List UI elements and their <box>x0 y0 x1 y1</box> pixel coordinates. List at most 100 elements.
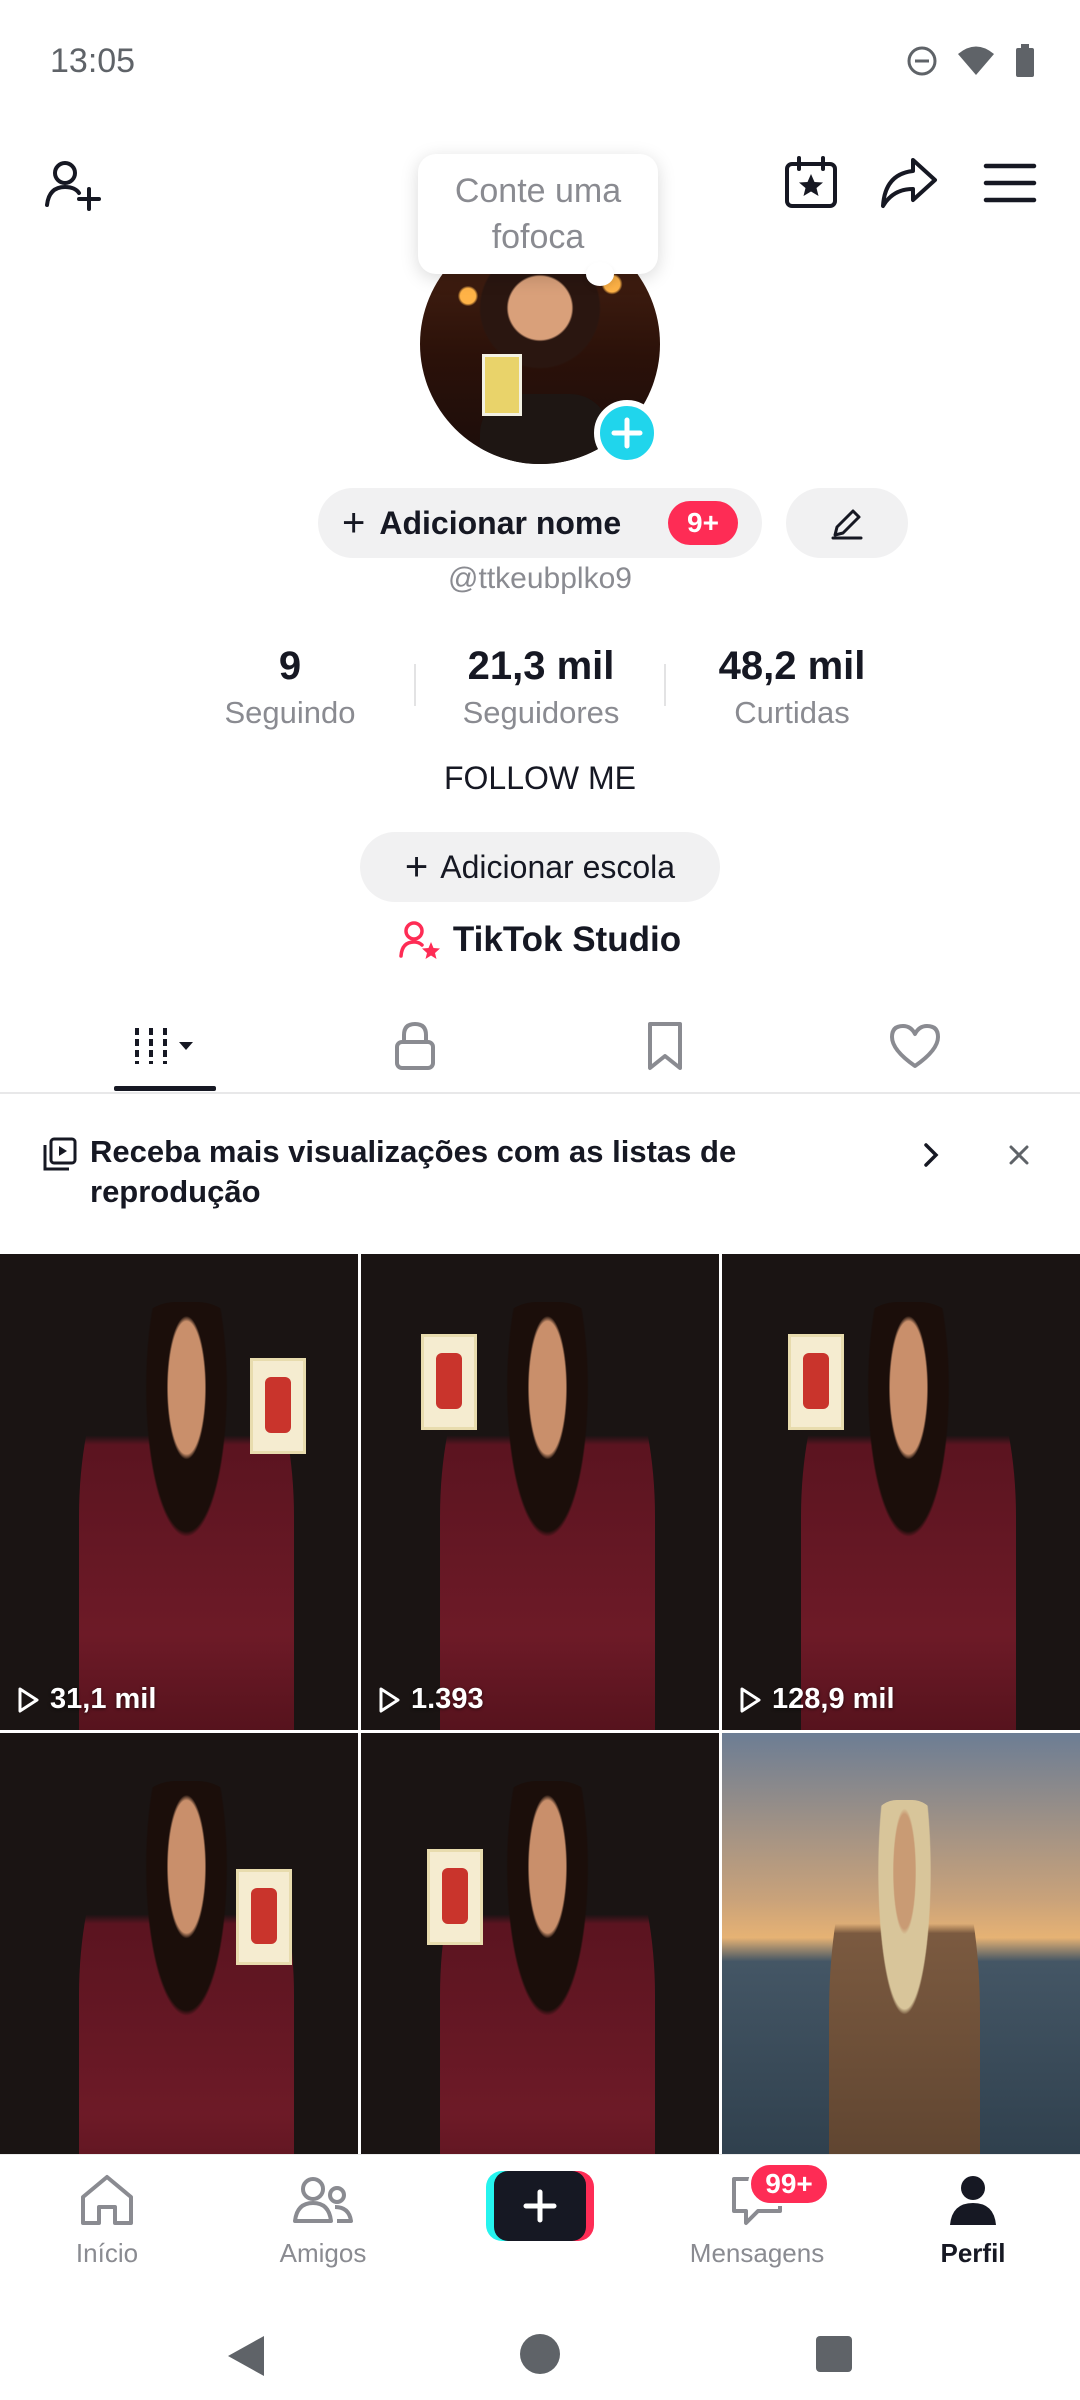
system-nav-bar <box>0 2290 1080 2400</box>
stat-likes[interactable]: 48,2 mil Curtidas <box>682 644 902 731</box>
add-school-label: Adicionar escola <box>440 848 676 885</box>
nav-profile-label: Perfil <box>940 2238 1006 2268</box>
active-tab-indicator <box>114 1086 216 1091</box>
video-tile[interactable]: 31,1 mil <box>0 1254 358 1730</box>
tiktok-studio-link[interactable]: TikTok Studio <box>0 920 1080 960</box>
view-count-text: 128,9 mil <box>772 1683 895 1715</box>
profile-tabs <box>0 1000 1080 1094</box>
home-circle-icon[interactable] <box>518 2332 562 2376</box>
menu-button[interactable] <box>972 148 1048 218</box>
video-thumbnail <box>829 1799 980 2209</box>
play-icon <box>18 1687 39 1712</box>
friends-icon <box>293 2177 353 2223</box>
tab-videos[interactable] <box>40 1000 290 1092</box>
lock-icon <box>395 1021 435 1070</box>
create-button[interactable] <box>486 2171 594 2241</box>
edit-profile-button[interactable] <box>786 488 908 558</box>
play-icon <box>740 1687 761 1712</box>
video-thumbnail <box>78 1780 294 2209</box>
bottom-nav: Início Amigos Mensagens Perfil <box>0 2154 1080 2290</box>
add-avatar-button[interactable] <box>594 400 660 466</box>
nav-home[interactable]: Início <box>32 2173 182 2269</box>
close-icon[interactable] <box>1004 1140 1034 1170</box>
back-triangle-icon[interactable] <box>224 2332 268 2380</box>
video-tile[interactable]: 128,9 mil <box>722 1254 1080 1730</box>
tab-liked[interactable] <box>790 1000 1040 1092</box>
video-tile[interactable]: 1.393 <box>361 1254 719 1730</box>
tarot-card <box>421 1334 477 1430</box>
studio-label: TikTok Studio <box>452 920 682 959</box>
video-tile[interactable] <box>722 1733 1080 2209</box>
recents-square-icon[interactable] <box>814 2334 854 2374</box>
username-handle: @ttkeubplko9 <box>448 562 632 595</box>
profile-bio: FOLLOW ME <box>443 760 636 796</box>
video-thumbnail <box>439 1780 655 2209</box>
nav-messages-label: Mensagens <box>689 2238 825 2268</box>
view-count: 1.393 <box>377 1683 484 1716</box>
stat-followers-label: Seguidores <box>462 695 620 730</box>
calendar-button[interactable] <box>776 148 846 218</box>
nav-home-label: Início <box>75 2238 139 2268</box>
studio-user-star-icon <box>399 921 440 959</box>
stat-followers-value: 21,3 mil <box>467 644 615 688</box>
story-tooltip[interactable]: Conte uma fofoca <box>418 154 658 274</box>
calendar-star-icon <box>785 156 837 208</box>
battery-icon <box>1016 44 1034 77</box>
share-button[interactable] <box>874 148 944 218</box>
add-school-button[interactable]: + Adicionar escola <box>360 832 720 902</box>
video-tile[interactable] <box>0 1733 358 2209</box>
play-icon <box>379 1687 400 1712</box>
nav-friends-label: Amigos <box>279 2238 367 2268</box>
home-icon <box>81 2175 133 2225</box>
heart-icon <box>890 1024 940 1068</box>
wifi-icon <box>958 46 994 75</box>
plus-icon: + <box>342 501 366 545</box>
tab-private[interactable] <box>290 1000 540 1092</box>
tooltip-line2: fofoca <box>491 218 585 256</box>
stat-followers[interactable]: 21,3 mil Seguidores <box>431 644 651 731</box>
tarot-card <box>427 1849 483 1945</box>
add-name-button[interactable]: + Adicionar nome 9+ <box>318 488 762 558</box>
add-friend-button[interactable] <box>38 150 108 220</box>
stat-following-label: Seguindo <box>224 695 356 730</box>
plus-icon <box>523 2189 557 2223</box>
do-not-disturb-icon <box>907 46 937 76</box>
status-icons <box>906 44 1036 78</box>
create-button-face <box>494 2171 586 2241</box>
messages-badge: 99+ <box>748 2162 830 2206</box>
view-count-text: 31,1 mil <box>50 1683 157 1715</box>
stat-likes-value: 48,2 mil <box>718 644 866 688</box>
add-name-label: Adicionar nome <box>379 504 622 541</box>
profile-stats: 9 Seguindo 21,3 mil Seguidores 48,2 mil … <box>0 644 1080 734</box>
pencil-icon <box>831 509 863 540</box>
bookmark-icon <box>648 1022 682 1070</box>
stat-following-value: 9 <box>278 644 302 688</box>
plus-icon: + <box>404 845 429 889</box>
video-tile[interactable] <box>361 1733 719 2209</box>
stat-following[interactable]: 9 Seguindo <box>180 644 400 731</box>
view-count: 128,9 mil <box>738 1683 895 1716</box>
tab-saved[interactable] <box>540 1000 790 1092</box>
tarot-card <box>236 1869 292 1965</box>
hamburger-menu-icon <box>983 163 1037 203</box>
tarot-card <box>788 1334 844 1430</box>
status-time: 13:05 <box>50 42 136 80</box>
video-grid-dropdown-icon <box>135 1028 193 1064</box>
tooltip-line1: Conte uma <box>454 172 622 210</box>
stat-likes-label: Curtidas <box>734 695 850 730</box>
name-badge: 9+ <box>668 501 738 545</box>
profile-person-icon <box>950 2176 996 2225</box>
add-user-icon <box>45 161 101 211</box>
stat-divider <box>664 664 666 706</box>
video-grid: 31,1 mil 1.393 128,9 mil <box>0 1254 1080 2209</box>
chevron-right-icon[interactable] <box>918 1140 944 1170</box>
playlist-banner[interactable]: Receba mais visualizações com as listas … <box>0 1096 1080 1252</box>
status-bar: 13:05 <box>0 0 1080 120</box>
share-arrow-icon <box>881 158 937 208</box>
avatar-tarot-card <box>482 354 522 416</box>
nav-profile[interactable]: Perfil <box>898 2173 1048 2269</box>
tarot-card <box>250 1358 306 1454</box>
banner-text: Receba mais visualizações com as listas … <box>90 1134 737 1209</box>
nav-friends[interactable]: Amigos <box>248 2173 398 2269</box>
plus-icon <box>611 417 643 449</box>
